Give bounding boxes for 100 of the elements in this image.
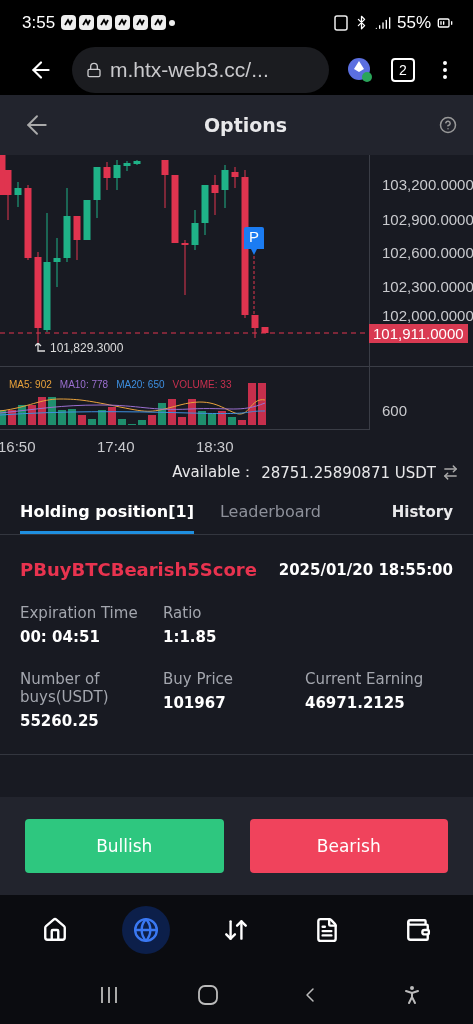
candle (181, 239, 189, 296)
field-label: Number of buys(USDT) (20, 670, 110, 706)
volume-bar (228, 417, 236, 425)
swap-arrows-icon (223, 917, 250, 943)
candle (161, 159, 169, 209)
field-label: Expiration Time (20, 604, 139, 622)
price-axis-label: 102,900.0000 (382, 211, 473, 228)
volume-bar (88, 419, 96, 425)
candle (113, 159, 121, 191)
clock-time: 3:55 (22, 12, 56, 33)
candle (53, 237, 61, 288)
lock-icon (86, 62, 102, 78)
candle (221, 164, 229, 209)
field-value: 101967 (163, 694, 227, 712)
candle (83, 199, 91, 241)
field-value: 55260.25 (20, 712, 100, 730)
candle (201, 184, 209, 236)
address-bar[interactable]: m.htx-web3.cc/... (72, 47, 329, 93)
tab-count[interactable]: 2 (391, 58, 415, 82)
volume-bar (248, 383, 256, 425)
volume-bar (68, 409, 76, 425)
price-axis-label: 102,600.0000 (382, 244, 473, 261)
volume-bar (98, 410, 106, 425)
volume-bar (108, 407, 116, 425)
price-axis-label: 102,000.0000 (382, 307, 473, 324)
tab[interactable]: Leaderboard (219, 492, 321, 534)
candle (133, 159, 141, 166)
volume-bar (118, 419, 126, 425)
position-name: PBuyBTCBearish5Score (20, 559, 257, 580)
candle (73, 215, 81, 261)
volume-bar (8, 410, 16, 425)
price-axis-label: 102,300.0000 (382, 278, 473, 295)
notification-dot-icon (169, 19, 176, 26)
volume-bar (168, 399, 176, 425)
volume-axis-label: 600 (382, 402, 408, 419)
field-value: 46971.2125 (305, 694, 406, 712)
volume-bar (0, 410, 6, 425)
volume-bar (78, 415, 86, 425)
battery-percent: 55% (396, 12, 431, 33)
time-axis-label: 18:30 (196, 438, 234, 455)
field-label: Current Earning (305, 670, 425, 688)
url-text: m.htx-web3.cc/... (110, 58, 269, 82)
home-button-icon[interactable] (197, 983, 220, 1006)
notification-icon (115, 15, 131, 30)
recent-apps-icon[interactable] (99, 984, 120, 1005)
marker-label: P (249, 228, 259, 245)
volume-bar (258, 383, 266, 425)
time-axis-label: 17:40 (97, 438, 135, 455)
notification-icon (97, 15, 113, 30)
volume-bar (218, 411, 226, 425)
help-icon[interactable] (439, 116, 457, 134)
candle (191, 209, 199, 251)
nfc-icon (333, 14, 348, 31)
tab[interactable]: Holding position[1] (20, 492, 194, 534)
field-label: Ratio (163, 604, 203, 622)
available-balance: 28751.25890871 USDT (261, 463, 436, 482)
home-icon (42, 917, 69, 943)
volume-bar (178, 417, 186, 425)
globe-icon (132, 917, 159, 943)
volume-bar (58, 410, 66, 425)
volume-bar (28, 405, 36, 425)
candle (103, 161, 111, 191)
candle (14, 181, 22, 208)
notification-icon (79, 15, 95, 30)
marker-line (253, 256, 255, 316)
history-link[interactable]: History (391, 492, 453, 534)
candle (261, 326, 269, 334)
low-arrow-icon (35, 343, 45, 353)
bearish-button[interactable]: Bearish (249, 819, 448, 873)
current-price-tag: 101,911.0000 (369, 324, 468, 343)
notification-icon (61, 15, 77, 30)
candle (231, 166, 239, 189)
volume-bar (18, 405, 26, 425)
extension-icon[interactable] (347, 57, 373, 83)
field-value: 00: 04:51 (20, 628, 101, 646)
indicator-label: MA20: 650 (116, 379, 165, 390)
candle (123, 160, 131, 172)
volume-bar (208, 414, 216, 425)
price-axis-label: 103,200.0000 (382, 176, 473, 193)
volume-bar (158, 403, 166, 425)
volume-bar (198, 411, 206, 425)
volume-bar (148, 415, 156, 425)
candle (251, 314, 259, 339)
available-label: Available： (172, 463, 256, 482)
marker-pin (244, 227, 264, 257)
transfer-icon[interactable] (442, 464, 459, 481)
notification-icon (151, 15, 167, 30)
volume-bar (188, 399, 196, 425)
signal-icon (374, 14, 391, 31)
indicator-label: VOLUME: 33 (172, 379, 232, 390)
time-axis-label: 16:50 (0, 438, 36, 455)
volume-bar (138, 420, 146, 425)
volume-bar (38, 397, 46, 425)
low-price-label: 101,829.3000 (50, 341, 124, 355)
page-title: Options (203, 114, 288, 136)
volume-bar (238, 420, 246, 425)
candle (93, 166, 101, 219)
indicator-label: MA10: 778 (59, 379, 109, 390)
wallet-icon (404, 917, 431, 943)
volume-bar (48, 397, 56, 425)
